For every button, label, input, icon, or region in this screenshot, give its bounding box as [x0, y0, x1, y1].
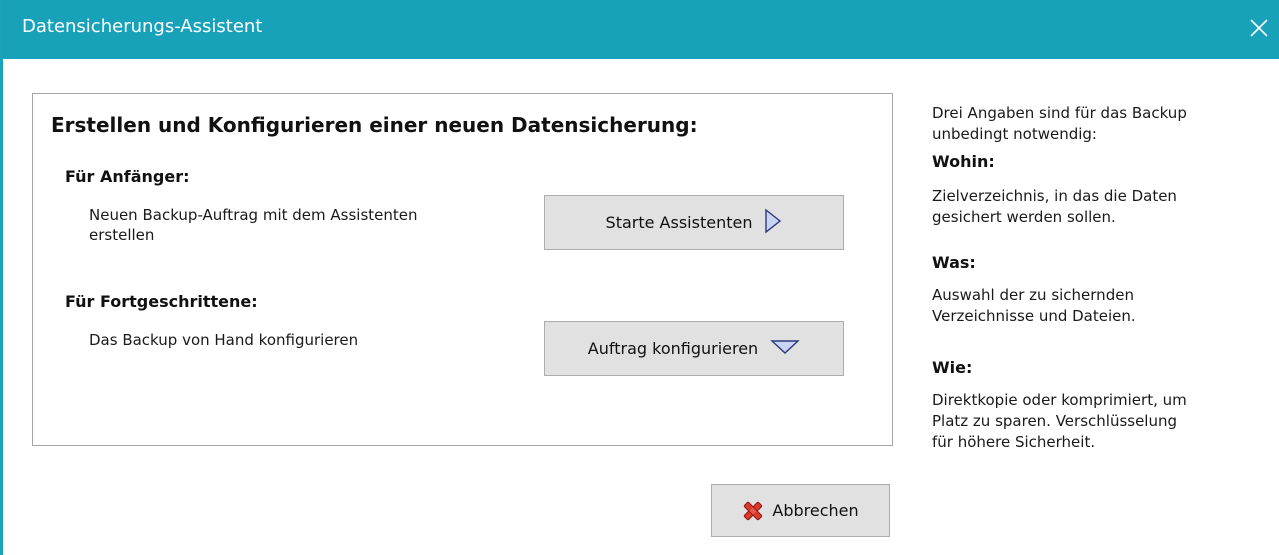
- info-how-line2: Platz zu sparen. Verschlüsselung: [932, 412, 1178, 430]
- panel-heading: Erstellen und Konfigurieren einer neuen …: [51, 113, 698, 137]
- info-what-heading: Was:: [932, 253, 976, 272]
- info-how-heading: Wie:: [932, 358, 973, 377]
- red-x-icon: [742, 500, 764, 522]
- options-panel: Erstellen und Konfigurieren einer neuen …: [32, 93, 893, 446]
- info-what-line1: Auswahl der zu sichernden: [932, 286, 1134, 304]
- close-button[interactable]: [1236, 0, 1279, 59]
- title-bar: Datensicherungs-Assistent: [3, 0, 1279, 59]
- wizard-window: Datensicherungs-Assistent Erstellen und …: [0, 0, 1279, 555]
- cancel-label: Abbrechen: [772, 501, 859, 520]
- info-how-line1: Direktkopie oder komprimiert, um: [932, 391, 1187, 409]
- configure-job-label: Auftrag konfigurieren: [587, 339, 759, 358]
- cancel-button[interactable]: Abbrechen: [711, 484, 890, 537]
- beginner-description: Neuen Backup-Auftrag mit dem Assistenten…: [89, 205, 418, 245]
- configure-job-button[interactable]: Auftrag konfigurieren: [544, 321, 844, 376]
- info-intro: Drei Angaben sind für das Backup unbedin…: [932, 103, 1187, 145]
- info-where-line1: Zielverzeichnis, in das die Daten: [932, 187, 1177, 205]
- start-wizard-button[interactable]: Starte Assistenten: [544, 195, 844, 250]
- info-where-text: Zielverzeichnis, in das die Daten gesich…: [932, 186, 1177, 228]
- advanced-heading: Für Fortgeschrittene:: [65, 292, 258, 311]
- info-how-text: Direktkopie oder komprimiert, um Platz z…: [932, 390, 1187, 453]
- info-how-line3: für höhere Sicherheit.: [932, 433, 1096, 451]
- window-title: Datensicherungs-Assistent: [22, 16, 263, 37]
- advanced-description: Das Backup von Hand konfigurieren: [89, 331, 359, 349]
- info-where-heading: Wohin:: [932, 152, 995, 171]
- start-wizard-label: Starte Assistenten: [605, 213, 753, 232]
- beginner-heading: Für Anfänger:: [65, 167, 190, 186]
- info-what-text: Auswahl der zu sichernden Verzeichnisse …: [932, 285, 1136, 327]
- info-intro-line2: unbedingt notwendig:: [932, 125, 1097, 143]
- close-icon: [1249, 18, 1269, 42]
- arrow-right-icon: [764, 208, 782, 238]
- info-intro-line1: Drei Angaben sind für das Backup: [932, 104, 1187, 122]
- beginner-description-line2: erstellen: [89, 226, 155, 244]
- beginner-description-line1: Neuen Backup-Auftrag mit dem Assistenten: [89, 206, 418, 224]
- info-what-line2: Verzeichnisse und Dateien.: [932, 307, 1136, 325]
- info-where-line2: gesichert werden sollen.: [932, 208, 1116, 226]
- chevron-down-icon: [770, 339, 800, 359]
